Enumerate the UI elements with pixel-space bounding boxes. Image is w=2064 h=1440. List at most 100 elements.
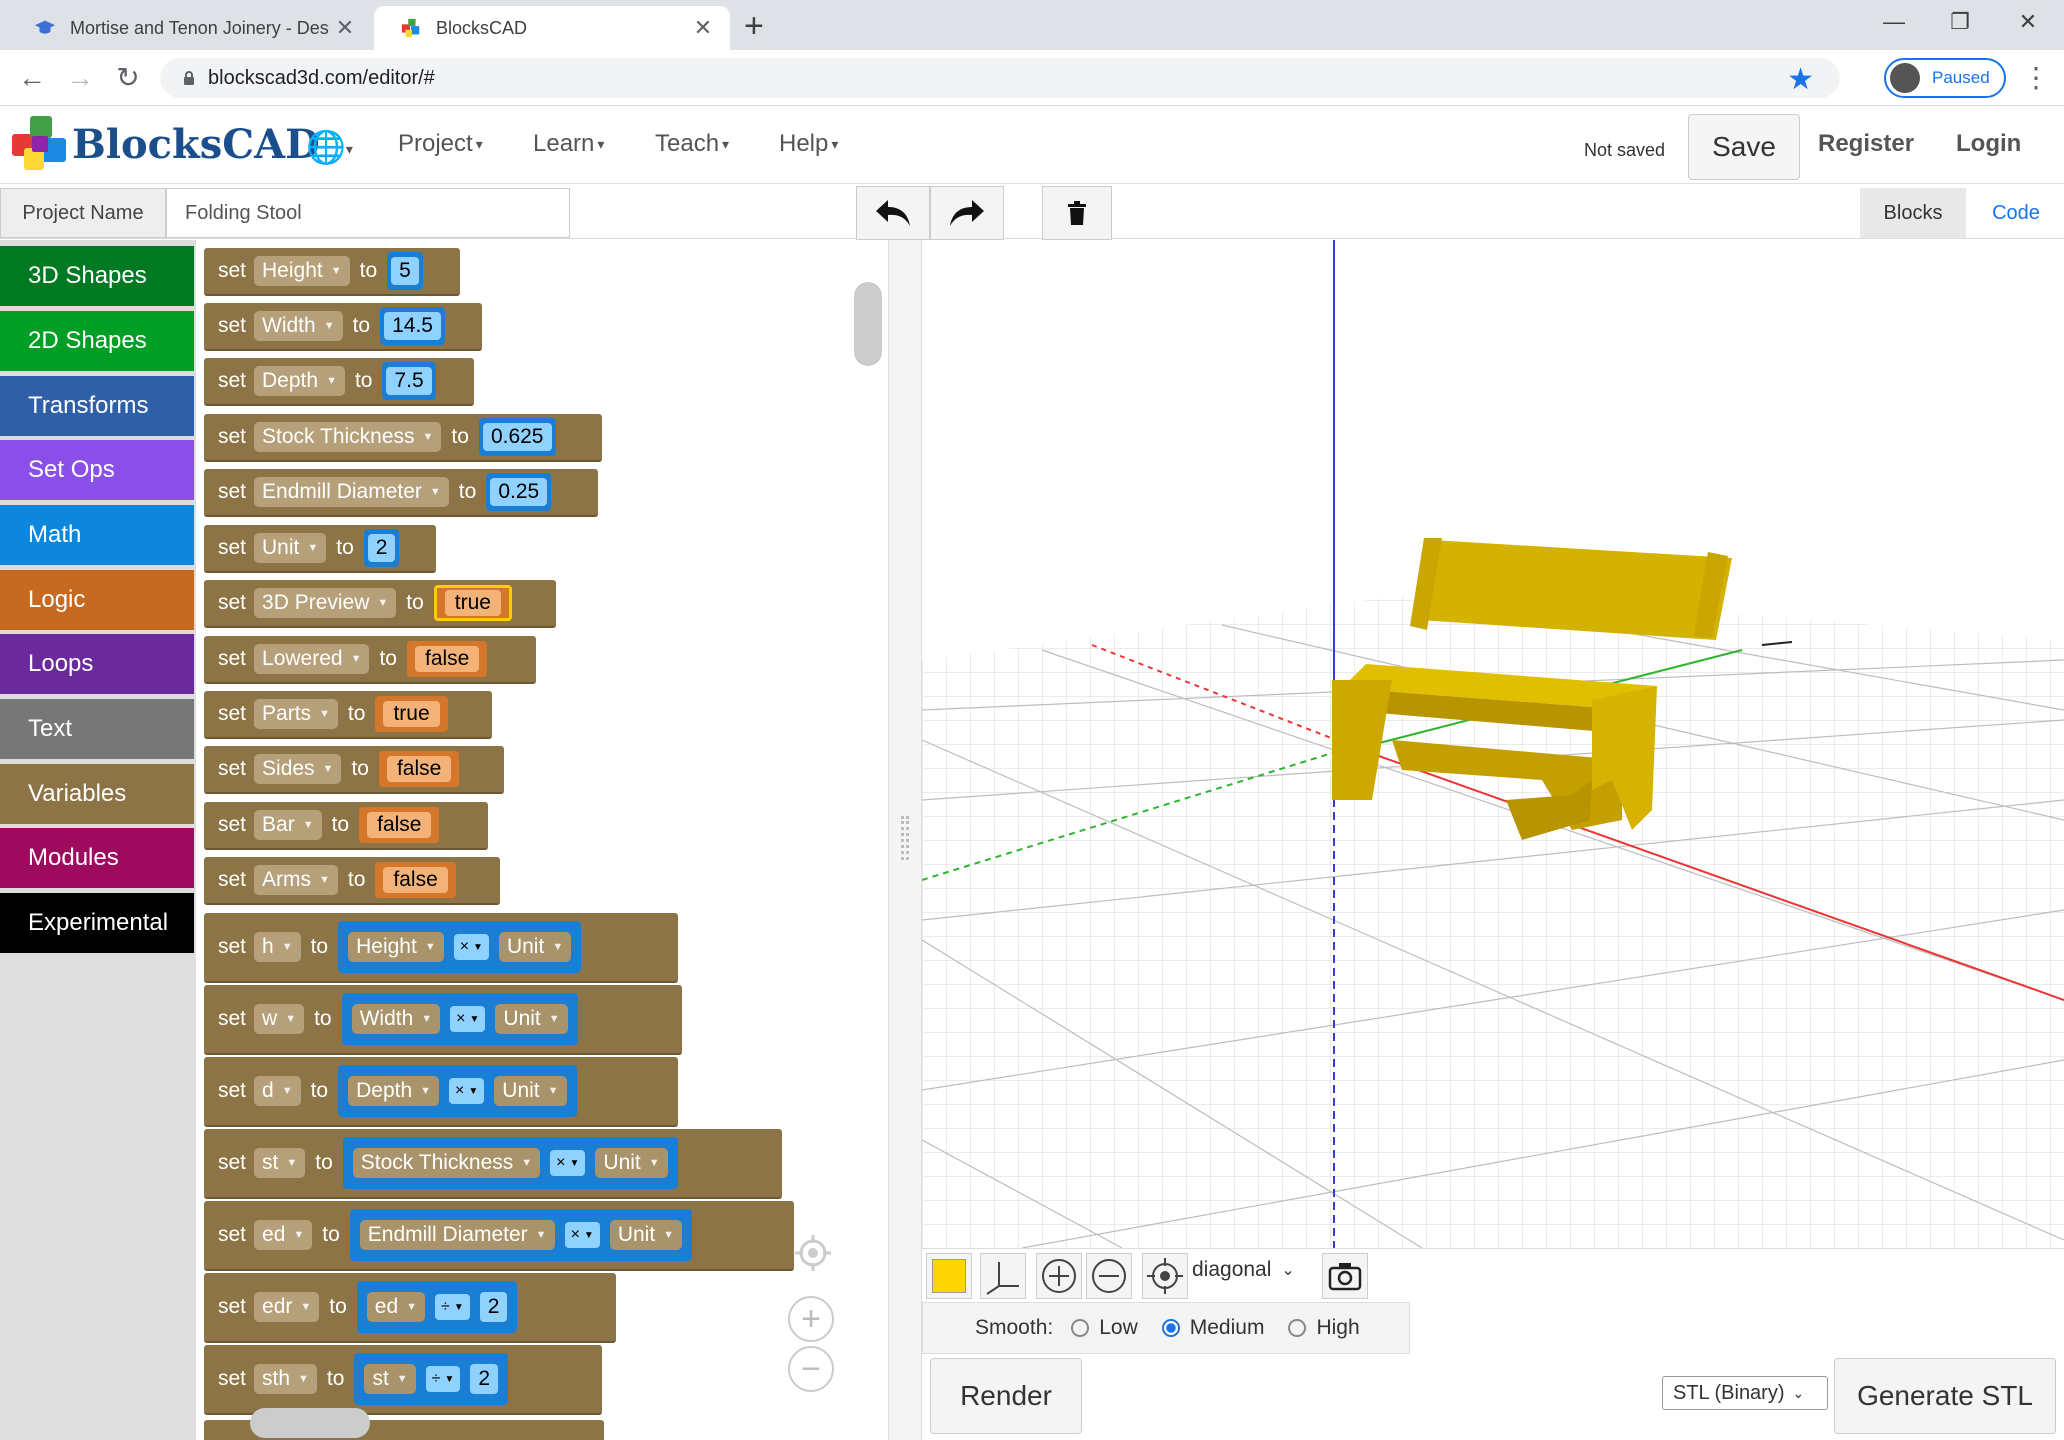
menu-learn[interactable]: Learn ▾ — [533, 130, 604, 158]
set-variable-block[interactable]: set Depth ▼ to 7.5 — [204, 358, 474, 406]
variable-dropdown[interactable]: Endmill Diameter ▼ — [254, 477, 449, 507]
smooth-low-radio[interactable] — [1071, 1319, 1090, 1337]
zoom-out-icon[interactable]: − — [788, 1346, 834, 1392]
number-field[interactable]: 0.625 — [478, 418, 556, 456]
set-variable-block[interactable]: set 3D Preview ▼ to true — [204, 580, 556, 628]
operator-dropdown[interactable]: ÷ ▼ — [425, 1366, 461, 1392]
browser-tab-active[interactable]: BlocksCAD ✕ — [374, 6, 730, 50]
set-variable-block[interactable]: set Lowered ▼ to false — [204, 636, 536, 684]
set-variable-block[interactable]: set st ▼ to Stock Thickness ▼ × ▼ Unit ▼ — [204, 1129, 782, 1199]
set-variable-block[interactable]: set Unit ▼ to 2 — [204, 525, 436, 573]
variable-dropdown[interactable]: Lowered ▼ — [254, 644, 370, 674]
category-loops[interactable]: Loops — [0, 634, 194, 694]
number-field[interactable]: 14.5 — [380, 307, 445, 345]
category-modules[interactable]: Modules — [0, 828, 194, 888]
set-variable-block[interactable]: set Height ▼ to 5 — [204, 248, 460, 296]
variable-dropdown[interactable]: st ▼ — [254, 1148, 306, 1178]
address-bar[interactable]: blockscad3d.com/editor/# ★ — [160, 58, 1840, 98]
set-variable-block[interactable]: set edr ▼ to ed ▼ ÷ ▼ 2 — [204, 1273, 616, 1343]
redo-button[interactable] — [930, 186, 1004, 240]
variable-dropdown[interactable]: Bar ▼ — [254, 810, 322, 840]
set-variable-block[interactable]: set Arms ▼ to false — [204, 857, 500, 905]
boolean-dropdown[interactable]: true — [433, 585, 512, 621]
zoom-out-button[interactable] — [1086, 1253, 1132, 1299]
project-name-input[interactable]: Folding Stool — [166, 188, 570, 238]
variable-dropdown[interactable]: d ▼ — [254, 1076, 301, 1106]
axes-toggle-button[interactable] — [980, 1253, 1026, 1299]
workspace-vertical-scrollbar[interactable] — [854, 282, 882, 366]
color-picker-button[interactable] — [926, 1253, 972, 1299]
blocks-workspace[interactable]: set Height ▼ to 5 set Width ▼ to 14.5 set Depth ▼ t… — [196, 240, 888, 1440]
view-select[interactable]: diagonal ⌄ — [1192, 1258, 1295, 1282]
variable-dropdown[interactable]: 3D Preview ▼ — [254, 588, 397, 618]
restore-icon[interactable]: ❐ — [1930, 6, 1990, 38]
browser-tab[interactable]: Mortise and Tenon Joinery - Desi ✕ — [8, 6, 372, 50]
smooth-high-radio[interactable] — [1288, 1319, 1307, 1337]
workspace-horizontal-scrollbar[interactable] — [250, 1408, 370, 1438]
arithmetic-block[interactable]: Width ▼ × ▼ Unit ▼ — [341, 993, 578, 1045]
variable-dropdown[interactable]: Width ▼ — [254, 311, 343, 341]
save-button[interactable]: Save — [1688, 114, 1800, 180]
zoom-in-button[interactable] — [1036, 1253, 1082, 1299]
operator-dropdown[interactable]: × ▼ — [550, 1150, 586, 1176]
arithmetic-block[interactable]: Height ▼ × ▼ Unit ▼ — [338, 921, 582, 973]
menu-help[interactable]: Help ▾ — [779, 130, 838, 158]
blockscad-logo[interactable]: BlocksCAD — [12, 116, 320, 172]
set-variable-block[interactable]: set h ▼ to Height ▼ × ▼ Unit ▼ — [204, 913, 678, 983]
set-variable-block[interactable]: set w ▼ to Width ▼ × ▼ Unit ▼ — [204, 985, 682, 1055]
category-set-ops[interactable]: Set Ops — [0, 440, 194, 500]
set-variable-block[interactable]: set Bar ▼ to false — [204, 802, 488, 850]
undo-button[interactable] — [856, 186, 930, 240]
arithmetic-block[interactable]: ed ▼ ÷ ▼ 2 — [356, 1281, 518, 1333]
boolean-dropdown[interactable]: true — [375, 696, 448, 732]
variable-dropdown[interactable]: Sides ▼ — [254, 754, 342, 784]
number-field[interactable]: 7.5 — [382, 362, 436, 400]
category-2d-shapes[interactable]: 2D Shapes — [0, 311, 194, 371]
variable-dropdown[interactable]: w ▼ — [254, 1004, 305, 1034]
zoom-in-icon[interactable]: + — [788, 1296, 834, 1342]
category-3d-shapes[interactable]: 3D Shapes — [0, 246, 194, 306]
category-text[interactable]: Text — [0, 699, 194, 759]
boolean-dropdown[interactable]: false — [406, 641, 488, 677]
menu-project[interactable]: Project ▾ — [398, 130, 483, 158]
reset-view-button[interactable] — [1142, 1253, 1188, 1299]
set-variable-block[interactable]: set Sides ▼ to false — [204, 746, 504, 794]
tab-blocks[interactable]: Blocks — [1860, 188, 1966, 238]
panel-resize-handle[interactable] — [888, 240, 922, 1440]
arithmetic-block[interactable]: Stock Thickness ▼ × ▼ Unit ▼ — [342, 1137, 678, 1189]
set-variable-block[interactable]: set Width ▼ to 14.5 — [204, 303, 482, 351]
close-tab-icon[interactable]: ✕ — [688, 15, 718, 41]
variable-dropdown[interactable]: Arms ▼ — [254, 865, 338, 895]
operator-dropdown[interactable]: × ▼ — [564, 1222, 600, 1248]
category-experimental[interactable]: Experimental — [0, 893, 194, 953]
variable-dropdown[interactable]: Stock Thickness ▼ — [254, 422, 442, 452]
set-variable-block[interactable]: set d ▼ to Depth ▼ × ▼ Unit ▼ — [204, 1057, 678, 1127]
screenshot-button[interactable] — [1322, 1253, 1368, 1299]
menu-teach[interactable]: Teach ▾ — [655, 130, 729, 158]
set-variable-block[interactable]: set Parts ▼ to true — [204, 691, 492, 739]
new-tab-icon[interactable]: + — [744, 8, 764, 44]
forward-arrow-icon[interactable]: → — [62, 60, 98, 96]
recenter-icon[interactable] — [790, 1230, 836, 1276]
set-variable-block[interactable]: set Stock Thickness ▼ to 0.625 — [204, 414, 602, 462]
reload-icon[interactable]: ↻ — [110, 60, 146, 96]
export-format-select[interactable]: STL (Binary) ⌄ — [1662, 1376, 1828, 1410]
operator-dropdown[interactable]: ÷ ▼ — [435, 1294, 470, 1320]
boolean-dropdown[interactable]: false — [359, 807, 440, 843]
profile-button[interactable]: Paused — [1884, 58, 2006, 98]
minimize-icon[interactable]: — — [1864, 6, 1924, 38]
variable-dropdown[interactable]: Unit ▼ — [254, 533, 327, 563]
boolean-dropdown[interactable]: false — [378, 751, 460, 787]
language-globe-icon[interactable]: 🌐▾ — [306, 128, 353, 166]
category-logic[interactable]: Logic — [0, 570, 194, 630]
variable-dropdown[interactable]: sth ▼ — [254, 1364, 317, 1394]
number-field[interactable]: 0.25 — [486, 473, 552, 511]
category-variables[interactable]: Variables — [0, 764, 194, 824]
variable-dropdown[interactable]: Depth ▼ — [254, 366, 345, 396]
variable-dropdown[interactable]: edr ▼ — [254, 1292, 320, 1322]
operator-dropdown[interactable]: × ▼ — [453, 934, 489, 960]
delete-button[interactable] — [1042, 186, 1112, 240]
variable-dropdown[interactable]: Parts ▼ — [254, 699, 338, 729]
arithmetic-block[interactable]: Depth ▼ × ▼ Unit ▼ — [338, 1065, 577, 1117]
operator-dropdown[interactable]: × ▼ — [449, 1078, 485, 1104]
